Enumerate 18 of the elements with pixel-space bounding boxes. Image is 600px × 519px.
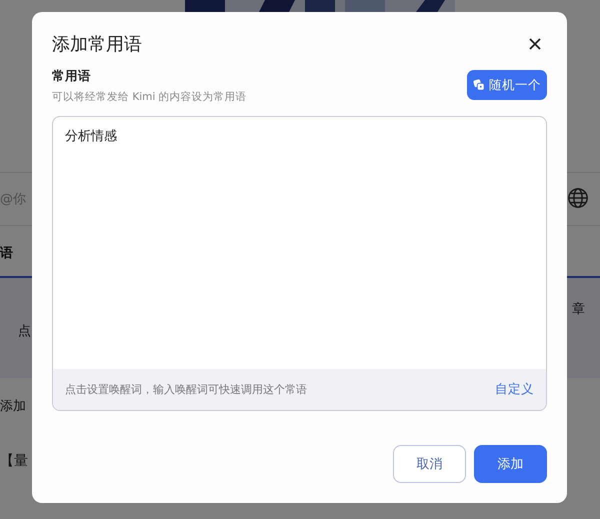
text-value: 分析情感 (64, 128, 118, 146)
card-link[interactable]: 章 (572, 300, 585, 318)
add-link[interactable]: 添加 (0, 397, 26, 415)
section-title: 语 (0, 245, 13, 262)
add-button[interactable]: 添加 (474, 445, 547, 483)
close-icon[interactable] (527, 36, 543, 52)
card-text: 点 (18, 323, 31, 340)
globe-icon[interactable] (567, 187, 589, 209)
field-hint: 可以将经常发给 Kimi 的内容设为常用语 (52, 90, 247, 104)
text-area[interactable]: 分析情感 点击设置唤醒词，输入唤醒词可快速调用这个常语 自定义 (52, 116, 547, 411)
dialog-title: 添加常用语 (52, 33, 142, 56)
dice-icon (473, 79, 485, 91)
wake-word-hint: 点击设置唤醒词，输入唤醒词可快速调用这个常语 (65, 382, 307, 397)
field-label: 常用语 (52, 68, 92, 85)
cancel-button[interactable]: 取消 (393, 445, 466, 483)
random-button[interactable]: 随机一个 (467, 70, 547, 100)
list-item[interactable]: 【量 (0, 452, 28, 470)
customize-link[interactable]: 自定义 (495, 381, 534, 398)
